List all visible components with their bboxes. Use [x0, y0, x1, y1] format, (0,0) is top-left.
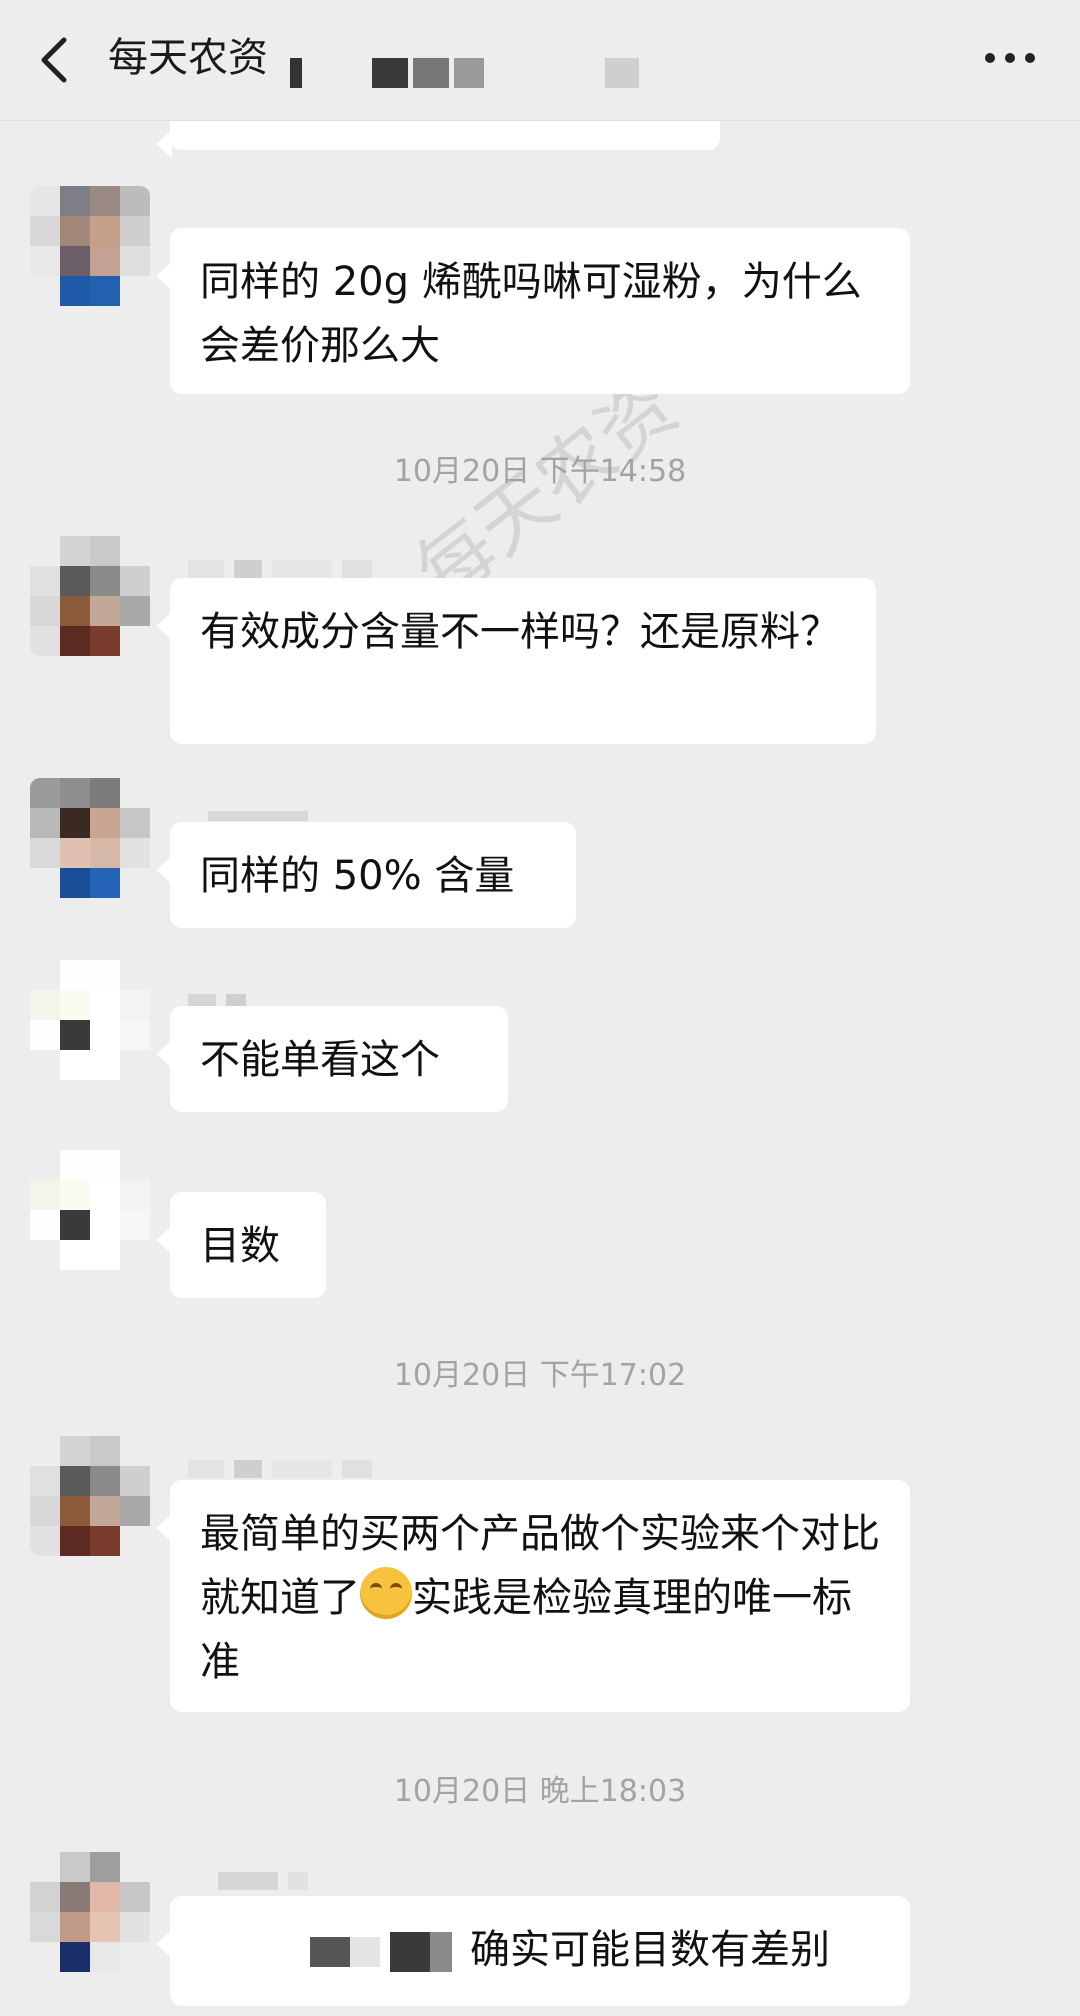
- avatar[interactable]: [30, 960, 150, 1080]
- message-text: 有效成分含量不一样吗？还是原料？: [200, 609, 840, 655]
- message-bubble[interactable]: 同样的 50% 含量: [156, 822, 576, 928]
- message-bubble[interactable]: 不能单看这个: [156, 1006, 508, 1112]
- message-bubble[interactable]: 最简单的买两个产品做个实验来个对比就知道了 实践是检验真理的唯一标准: [156, 1480, 910, 1712]
- avatar[interactable]: [30, 1150, 150, 1270]
- message-bubble[interactable]: 目数: [156, 1192, 326, 1298]
- message-text: 确实可能目数有差别: [470, 1927, 830, 1973]
- message-bubble[interactable]: 有效成分含量不一样吗？还是原料？: [156, 578, 876, 744]
- message-text: 同样的 20g 烯酰吗啉可湿粉，为什么会差价那么大: [200, 259, 862, 369]
- avatar[interactable]: [30, 536, 150, 656]
- message-text: 同样的 50% 含量: [200, 853, 515, 899]
- chevron-left-icon: [41, 37, 67, 83]
- blurred-nickname: [188, 560, 382, 578]
- blurred-mention: [210, 1937, 310, 1967]
- avatar[interactable]: [30, 1436, 150, 1556]
- message-text: 目数: [200, 1223, 280, 1269]
- message-bubble[interactable]: 确实可能目数有差别: [156, 1896, 910, 2006]
- blurred-nickname: [188, 1460, 382, 1478]
- blurred-mention: [310, 1937, 350, 1967]
- blurred-mention: [350, 1937, 380, 1967]
- chat-header: 每天农资: [0, 0, 1080, 121]
- timestamp: 10月20日 晚上18:03: [393, 1774, 687, 1809]
- more-options-button[interactable]: [980, 40, 1040, 76]
- smirk-emoji-icon: [360, 1567, 412, 1619]
- blurred-group-name: [290, 58, 670, 90]
- more-horizontal-icon: [985, 53, 1035, 63]
- avatar[interactable]: [30, 778, 150, 898]
- avatar[interactable]: [30, 1852, 150, 1972]
- message-bubble[interactable]: 同样的 20g 烯酰吗啉可湿粉，为什么会差价那么大: [156, 228, 910, 394]
- back-button[interactable]: [28, 22, 88, 94]
- chat-title[interactable]: 每天农资: [108, 22, 268, 94]
- blurred-mention: [430, 1932, 452, 1972]
- blurred-mention: [390, 1932, 430, 1972]
- timestamp: 10月20日 下午17:02: [393, 1358, 687, 1393]
- blurred-nickname: [218, 1872, 318, 1890]
- message-text: 不能单看这个: [200, 1037, 440, 1083]
- timestamp: 10月20日 下午14:58: [393, 454, 687, 489]
- avatar[interactable]: [30, 186, 150, 306]
